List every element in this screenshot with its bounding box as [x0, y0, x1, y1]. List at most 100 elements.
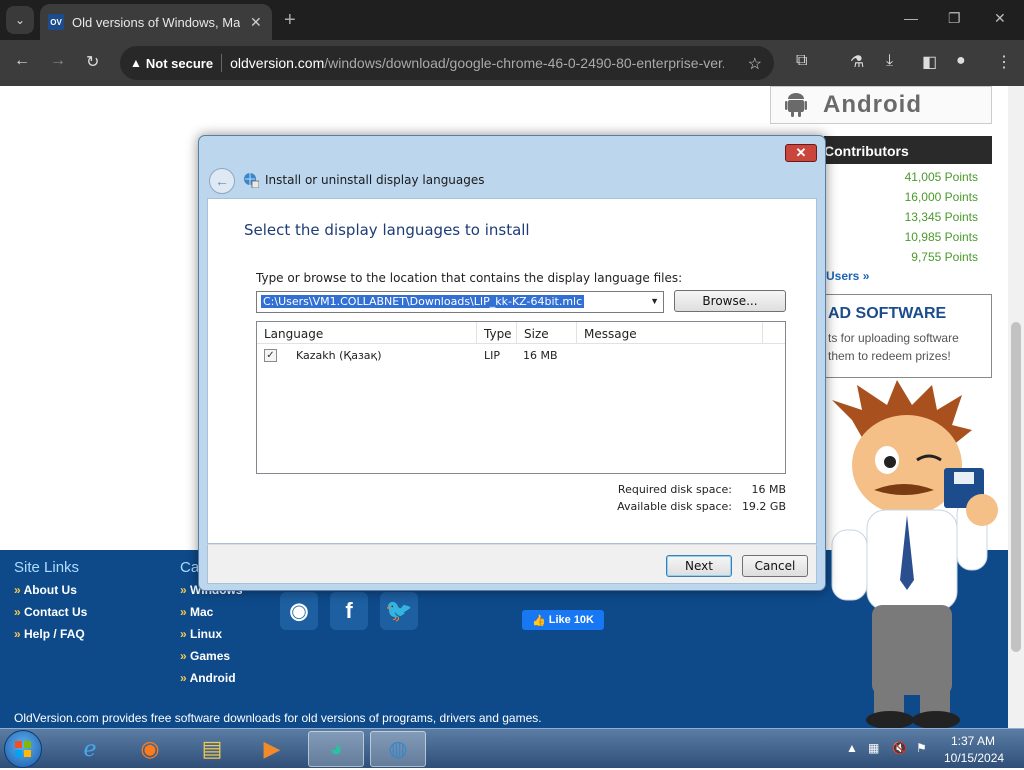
android-banner[interactable]: Android: [770, 86, 992, 124]
taskbar: ℯ ◉ ▤ ▶ ◕ ◍ ▲ ▦ 🔇 ⚑ 1:37 AM 10/15/2024: [0, 728, 1024, 768]
windows-logo-icon: [15, 741, 31, 757]
install-language-dialog: ✕ ← Install or uninstall display languag…: [198, 135, 826, 591]
warning-triangle-icon: ▲: [130, 56, 142, 70]
thumbs-up-icon: 👍: [531, 614, 549, 627]
android-robot-icon: [785, 93, 807, 117]
tab-title: Old versions of Windows, Mac: [72, 14, 240, 30]
download-icon[interactable]: ⤓: [886, 52, 893, 70]
contributors-header: Contributors: [824, 136, 992, 164]
reload-icon[interactable]: ↻: [86, 52, 99, 72]
new-tab-button[interactable]: +: [284, 9, 296, 32]
tab-search-button[interactable]: ⌄: [6, 6, 34, 34]
path-combobox[interactable]: C:\Users\VM1.COLLABNET\Downloads\LIP_kk-…: [256, 291, 664, 313]
dialog-content: Select the display languages to install …: [207, 198, 817, 544]
required-space-label: Required disk space:: [617, 483, 732, 496]
footer-link-android[interactable]: » Android: [180, 671, 236, 685]
android-label: Android: [823, 91, 922, 118]
action-center-flag-icon[interactable]: ⚑: [916, 741, 927, 755]
upload-software-ad[interactable]: AD SOFTWARE ts for uploading software th…: [824, 294, 992, 378]
forward-arrow-icon[interactable]: →: [50, 52, 66, 70]
column-message[interactable]: Message: [577, 322, 763, 344]
language-globe-icon: [244, 173, 259, 188]
dialog-heading: Select the display languages to install: [244, 221, 530, 239]
profile-avatar-icon[interactable]: ●: [956, 52, 966, 70]
start-button[interactable]: [4, 730, 42, 768]
dialog-footer: Next Cancel: [207, 544, 817, 584]
chrome-taskbar-icon[interactable]: ◕: [308, 731, 364, 767]
column-language[interactable]: Language: [257, 322, 477, 344]
clock-date[interactable]: 10/15/2024: [944, 751, 1004, 765]
minimize-icon[interactable]: —: [904, 10, 918, 26]
chevron-down-icon: ⌄: [14, 13, 26, 27]
side-panel-icon[interactable]: ◧: [922, 52, 937, 72]
ad-title: AD SOFTWARE: [828, 305, 947, 322]
footer-link-games[interactable]: » Games: [180, 649, 230, 663]
language-installer-taskbar-icon[interactable]: ◍: [370, 731, 426, 767]
next-button[interactable]: Next: [666, 555, 732, 577]
ad-text: ts for uploading software: [828, 331, 959, 345]
cancel-button[interactable]: Cancel: [742, 555, 808, 577]
rss-icon[interactable]: ◉: [280, 592, 318, 630]
footer-link-about[interactable]: » About Us: [14, 583, 77, 597]
twitter-icon[interactable]: 🐦: [380, 592, 418, 630]
internet-explorer-icon[interactable]: ℯ: [62, 731, 118, 767]
bookmark-star-icon[interactable]: ☆: [748, 54, 762, 74]
points-value: 16,000 Points: [904, 190, 978, 204]
dialog-close-button[interactable]: ✕: [785, 144, 817, 162]
footer-link-mac[interactable]: » Mac: [180, 605, 213, 619]
footer-description: OldVersion.com provides free software do…: [14, 711, 542, 725]
site-links-heading: Site Links: [14, 559, 80, 576]
footer-link-contact[interactable]: » Contact Us: [14, 605, 87, 619]
language-name[interactable]: Kazakh (Қазақ): [296, 349, 381, 362]
facebook-icon[interactable]: f: [330, 592, 368, 630]
points-value: 13,345 Points: [904, 210, 978, 224]
extensions-icon[interactable]: ⧉: [796, 52, 807, 70]
address-bar[interactable]: ▲ Not secure oldversion.com /windows/dow…: [120, 46, 774, 80]
close-tab-icon[interactable]: ✕: [250, 14, 262, 31]
browse-button[interactable]: Browse...: [674, 290, 786, 312]
url-host: oldversion.com: [230, 55, 325, 71]
file-explorer-icon[interactable]: ▤: [184, 731, 240, 767]
back-arrow-icon[interactable]: ←: [14, 52, 30, 70]
footer-link-help[interactable]: » Help / FAQ: [14, 627, 85, 641]
dialog-title: Install or uninstall display languages: [265, 173, 485, 187]
media-player-icon[interactable]: ▶: [244, 731, 300, 767]
list-header: Language Type Size Message: [257, 322, 785, 344]
points-value: 41,005 Points: [904, 170, 978, 184]
language-list[interactable]: Language Type Size Message ✓ Kazakh (Қаз…: [256, 321, 786, 474]
restore-icon[interactable]: ❐: [948, 10, 961, 27]
language-type: LIP: [484, 349, 501, 362]
back-arrow-icon[interactable]: ←: [209, 168, 235, 194]
firefox-icon[interactable]: ◉: [122, 731, 178, 767]
points-value: 10,985 Points: [904, 230, 978, 244]
required-space-value: 16 MB: [751, 483, 786, 496]
column-size[interactable]: Size: [517, 322, 577, 344]
all-users-link[interactable]: Users »: [826, 269, 869, 283]
url-path: /windows/download/google-chrome-46-0-249…: [324, 55, 725, 71]
not-secure-label[interactable]: Not secure: [146, 56, 213, 71]
browser-tab[interactable]: OV Old versions of Windows, Mac ✕: [40, 4, 272, 40]
path-value: C:\Users\VM1.COLLABNET\Downloads\LIP_kk-…: [261, 295, 585, 308]
divider: [221, 54, 223, 72]
volume-muted-icon[interactable]: 🔇: [892, 741, 907, 755]
labs-flask-icon[interactable]: ⚗: [850, 52, 864, 72]
menu-dots-icon[interactable]: ⋮: [996, 52, 1012, 72]
clock-time[interactable]: 1:37 AM: [944, 734, 1002, 748]
tab-strip: ⌄ OV Old versions of Windows, Mac ✕ + — …: [0, 0, 1024, 40]
column-type[interactable]: Type: [477, 322, 517, 344]
network-icon[interactable]: ▦: [868, 741, 879, 755]
show-hidden-icons[interactable]: ▲: [846, 741, 858, 755]
scrollbar-thumb[interactable]: [1011, 322, 1021, 652]
footer-link-linux[interactable]: » Linux: [180, 627, 222, 641]
favicon-icon: OV: [48, 14, 64, 30]
ad-text: them to redeem prizes!: [828, 349, 951, 363]
categories-heading: Ca: [180, 559, 200, 576]
browser-toolbar: ← → ↻ ▲ Not secure oldversion.com /windo…: [0, 40, 1024, 86]
dropdown-arrow-icon[interactable]: ▼: [650, 296, 659, 306]
language-size: 16 MB: [523, 349, 558, 362]
close-window-icon[interactable]: ✕: [994, 10, 1006, 27]
facebook-like-button[interactable]: 👍 Like 10K: [522, 610, 604, 630]
language-checkbox[interactable]: ✓: [264, 349, 277, 362]
available-space-value: 19.2 GB: [741, 500, 786, 513]
path-label: Type or browse to the location that cont…: [256, 271, 683, 285]
